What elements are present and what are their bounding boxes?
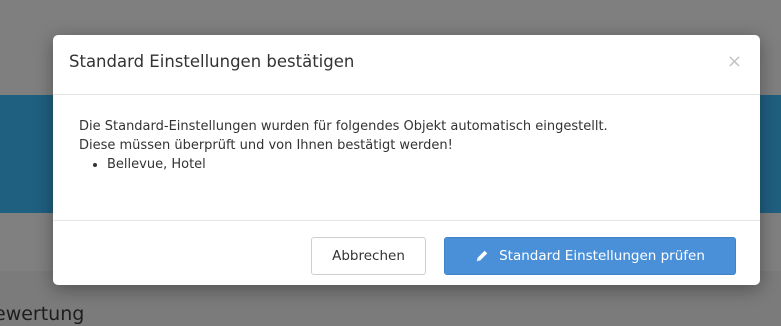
modal-message-line-2: Diese müssen überprüft und von Ihnen bes… bbox=[79, 138, 453, 153]
modal-footer: Abbrechen Standard Einstellungen prüfen bbox=[53, 221, 760, 285]
background-section-heading: ewertung bbox=[0, 303, 85, 325]
modal-title: Standard Einstellungen bestätigen bbox=[69, 52, 355, 71]
close-icon[interactable]: × bbox=[727, 51, 742, 73]
modal-body: Die Standard-Einstellungen wurden für fo… bbox=[53, 95, 760, 221]
modal-message-line-1: Die Standard-Einstellungen wurden für fo… bbox=[79, 119, 608, 134]
modal-header: Standard Einstellungen bestätigen × bbox=[53, 35, 760, 95]
object-list: Bellevue, Hotel bbox=[79, 155, 734, 174]
check-defaults-button-label: Standard Einstellungen prüfen bbox=[499, 248, 705, 264]
pencil-icon bbox=[476, 250, 488, 262]
check-defaults-button[interactable]: Standard Einstellungen prüfen bbox=[444, 237, 736, 275]
cancel-button[interactable]: Abbrechen bbox=[311, 237, 426, 275]
cancel-button-label: Abbrechen bbox=[332, 248, 405, 264]
list-item: Bellevue, Hotel bbox=[107, 155, 734, 174]
confirm-defaults-modal: Standard Einstellungen bestätigen × Die … bbox=[53, 35, 760, 285]
